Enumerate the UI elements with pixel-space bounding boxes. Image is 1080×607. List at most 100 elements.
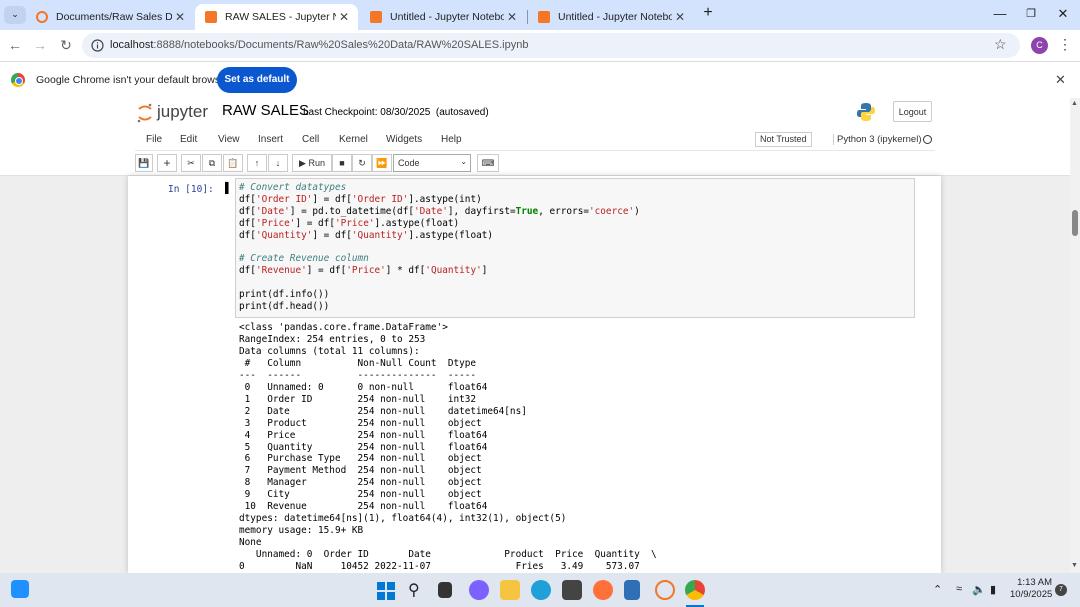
windows-taskbar: ⚲ ⌃ ≈ 🔈 ▮ 1:13 AM 10/9/2025 7	[0, 573, 1080, 607]
task-view-icon[interactable]	[438, 582, 452, 598]
battery-icon[interactable]: ▮	[990, 583, 996, 596]
close-window-button[interactable]: ✕	[1053, 6, 1073, 22]
clock-time: 1:13 AM	[1017, 577, 1052, 588]
code-editor[interactable]: # Convert datatypes df['Order ID'] = df[…	[239, 182, 640, 313]
menu-view[interactable]: View	[218, 134, 240, 145]
menu-file[interactable]: File	[146, 134, 162, 145]
notebook-icon	[538, 11, 550, 23]
output-line: 0 NaN 10452 2022-11-07 Fries 3.49 573.07	[239, 561, 640, 573]
jupyter-logo-icon[interactable]	[136, 102, 154, 124]
tab-untitled-2[interactable]: Untitled - Jupyter Notebook ✕	[528, 4, 694, 30]
logout-button[interactable]: Logout	[893, 101, 932, 122]
menu-widgets[interactable]: Widgets	[386, 134, 422, 145]
notification-badge[interactable]: 7	[1055, 584, 1067, 596]
output-line: Data columns (total 11 columns):	[239, 345, 420, 357]
close-tab-icon[interactable]: ✕	[504, 10, 520, 24]
cell-type-select[interactable]: Code ⌄	[393, 154, 471, 172]
code-cell-input[interactable]: # Convert datatypes df['Order ID'] = df[…	[235, 178, 915, 318]
widgets-icon[interactable]	[11, 580, 29, 598]
notebook-title[interactable]: RAW SALES	[222, 102, 309, 119]
paste-icon[interactable]: 📋	[223, 154, 243, 172]
database-icon[interactable]	[624, 580, 640, 600]
forward-icon[interactable]: →	[31, 37, 49, 53]
checkpoint-status: Last Checkpoint: 08/30/2025 (autosaved)	[303, 107, 489, 118]
tab-documents[interactable]: Documents/Raw Sales Data/ ✕	[26, 4, 194, 30]
browser-tab-strip: ⌄ Documents/Raw Sales Data/ ✕ RAW SALES …	[0, 0, 1080, 30]
kernel-indicator: Python 3 (ipykernel)	[833, 134, 921, 145]
page-scrollbar[interactable]: ▲ ▼	[1070, 98, 1080, 573]
menu-kebab-icon[interactable]: ⋮	[1058, 36, 1072, 53]
back-icon[interactable]: ←	[6, 37, 24, 53]
cell-output: <class 'pandas.core.frame.DataFrame'> Ran…	[239, 322, 657, 573]
edge-icon[interactable]	[531, 580, 551, 600]
firefox-icon[interactable]	[593, 580, 613, 600]
close-tab-icon[interactable]: ✕	[336, 10, 352, 24]
chat-icon[interactable]	[469, 580, 489, 600]
output-line: memory usage: 15.9+ KB	[239, 525, 364, 537]
scroll-up-icon[interactable]: ▲	[1071, 100, 1078, 107]
menu-kernel[interactable]: Kernel	[339, 134, 368, 145]
system-clock[interactable]: 1:13 AM 10/9/2025	[1010, 577, 1052, 601]
tab-search-icon[interactable]: ⌄	[4, 6, 26, 24]
clock-date: 10/9/2025	[1010, 589, 1053, 600]
bookmark-star-icon[interactable]: ☆	[994, 36, 1007, 53]
chrome-app-icon[interactable]	[685, 580, 705, 600]
output-line: 3 Product 254 non-null object	[239, 417, 482, 429]
command-palette-icon[interactable]: ⌨	[477, 154, 499, 172]
notebook-page: jupyter RAW SALES Last Checkpoint: 08/30…	[0, 98, 1070, 573]
close-tab-icon[interactable]: ✕	[672, 10, 688, 24]
start-icon[interactable]	[377, 582, 395, 600]
restart-icon[interactable]: ↻	[352, 154, 372, 172]
output-line: None	[239, 537, 262, 549]
chevron-up-icon[interactable]: ⌃	[933, 583, 942, 596]
restart-run-all-icon[interactable]: ⏩	[372, 154, 392, 172]
menu-row: File Edit View Insert Cell Kernel Widget…	[135, 130, 935, 151]
address-bar[interactable]: localhost:8888/notebooks/Documents/Raw%2…	[82, 33, 1020, 58]
store-icon[interactable]	[562, 580, 582, 600]
scroll-down-icon[interactable]: ▼	[1071, 562, 1078, 569]
menu-edit[interactable]: Edit	[180, 134, 197, 145]
save-icon[interactable]: 💾	[135, 154, 153, 172]
autosave-status: (autosaved)	[435, 107, 489, 118]
cell-prompt: In [10]:	[168, 184, 214, 195]
close-tab-icon[interactable]: ✕	[172, 10, 188, 24]
add-cell-icon[interactable]: +	[157, 154, 177, 172]
set-default-button[interactable]: Set as default	[217, 67, 297, 93]
jupyter-app-icon[interactable]	[655, 580, 675, 600]
tab-untitled-1[interactable]: Untitled - Jupyter Notebook ✕	[360, 4, 526, 30]
minimize-button[interactable]: —	[990, 6, 1010, 21]
move-down-icon[interactable]: ↓	[268, 154, 288, 172]
jupyter-logo-text[interactable]: jupyter	[157, 102, 208, 122]
profile-avatar[interactable]: C	[1031, 37, 1048, 54]
jupyter-menubar: File Edit View Insert Cell Kernel Widget…	[0, 130, 1070, 176]
url-text[interactable]: localhost:8888/notebooks/Documents/Raw%2…	[110, 39, 528, 51]
trust-status-button[interactable]: Not Trusted	[755, 132, 812, 147]
site-info-icon[interactable]	[91, 39, 104, 52]
code-line: # Create Revenue column	[239, 253, 369, 265]
scrollbar-thumb[interactable]	[1072, 210, 1078, 236]
search-icon[interactable]: ⚲	[408, 580, 420, 600]
jupyter-header: jupyter RAW SALES Last Checkpoint: 08/30…	[0, 98, 1070, 130]
close-infobar-icon[interactable]: ✕	[1055, 72, 1066, 88]
tab-raw-sales[interactable]: RAW SALES - Jupyter Notebook ✕	[195, 4, 358, 30]
menu-insert[interactable]: Insert	[258, 134, 283, 145]
url-host: localhost	[110, 39, 154, 51]
restore-button[interactable]: ❐	[1021, 7, 1041, 20]
volume-icon[interactable]: 🔈	[972, 583, 986, 596]
new-tab-button[interactable]: +	[698, 4, 718, 22]
chevron-down-icon: ⌄	[460, 157, 467, 166]
cut-icon[interactable]: ✂	[181, 154, 201, 172]
copy-icon[interactable]: ⧉	[202, 154, 222, 172]
url-path: :8888/notebooks/Documents/Raw%20Sales%20…	[153, 39, 529, 51]
code-line: print(df.info())	[239, 289, 330, 301]
menu-help[interactable]: Help	[441, 134, 462, 145]
reload-icon[interactable]: ↻	[57, 37, 75, 54]
run-button[interactable]: ▶ Run	[292, 154, 332, 172]
file-explorer-icon[interactable]	[500, 580, 520, 600]
wifi-icon[interactable]: ≈	[956, 583, 962, 595]
move-up-icon[interactable]: ↑	[247, 154, 267, 172]
interrupt-icon[interactable]: ■	[332, 154, 352, 172]
run-label: Run	[308, 158, 325, 168]
default-browser-infobar: Google Chrome isn't your default browser…	[0, 61, 1080, 98]
menu-cell[interactable]: Cell	[302, 134, 319, 145]
